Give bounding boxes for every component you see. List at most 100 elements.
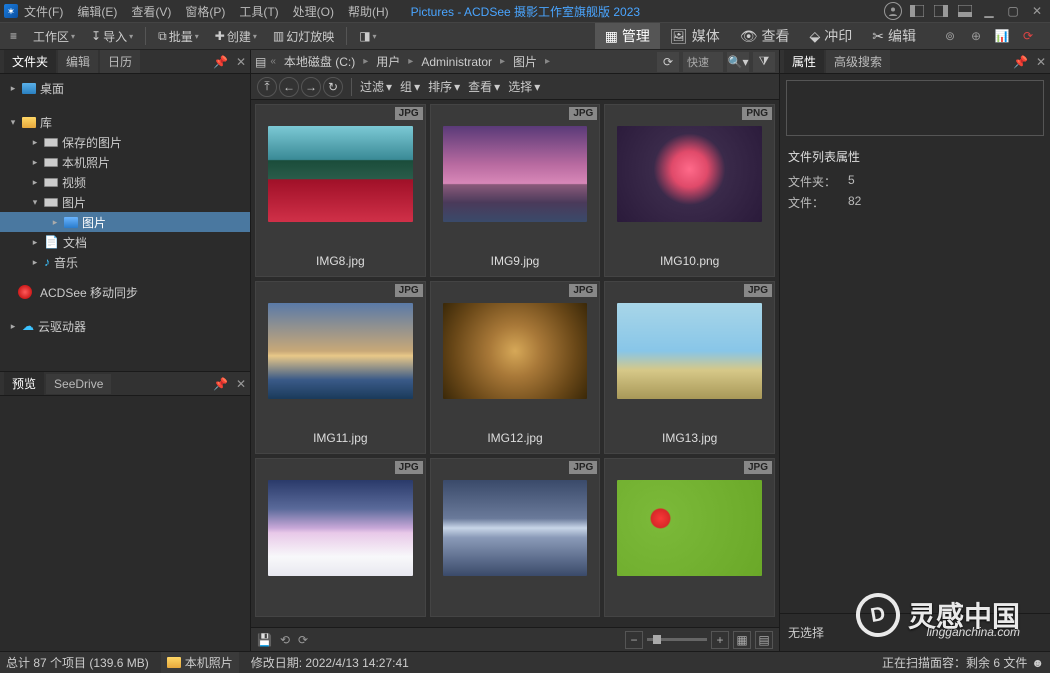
reel-icon[interactable]: ⊚	[940, 26, 960, 46]
toolbar: ≡ 工作区▾ ↧ 导入▾ ⧉ 批量▾ ✚ 创建▾ ▥ 幻灯放映 ◨▾ ▦管理 🖼…	[0, 22, 1050, 50]
nav-up-icon[interactable]: ⤒	[257, 77, 277, 97]
slideshow-button[interactable]: ▥ 幻灯放映	[269, 26, 338, 47]
minimize-button[interactable]: ▁	[980, 4, 998, 18]
nav-back-icon[interactable]: ←	[279, 77, 299, 97]
pin-icon[interactable]: 📌	[213, 55, 228, 69]
filter-icon[interactable]: ⧩	[753, 52, 775, 72]
drive-icon[interactable]: ▤	[255, 55, 266, 69]
create-button[interactable]: ✚ 创建▾	[211, 26, 261, 47]
tree-docs[interactable]: ▸📄文档	[0, 232, 250, 252]
mode-view[interactable]: 👁查看	[730, 23, 800, 49]
layout-right-icon[interactable]	[932, 2, 950, 20]
rotate-right-icon[interactable]: ⟳	[298, 633, 308, 647]
layout-left-icon[interactable]	[908, 2, 926, 20]
tab-folders[interactable]: 文件夹	[4, 50, 56, 73]
close-panel-icon[interactable]: ✕	[236, 55, 246, 69]
tab-seedrive[interactable]: SeeDrive	[46, 374, 111, 394]
breadcrumb-pics[interactable]: 图片	[509, 51, 541, 72]
thumb-item[interactable]: JPG IMG11.jpg	[255, 281, 426, 454]
menu-view[interactable]: 查看(V)	[131, 3, 171, 20]
stats-icon[interactable]: 📊	[992, 26, 1012, 46]
pin-icon[interactable]: 📌	[213, 377, 228, 391]
mode-edit[interactable]: ✂编辑	[862, 23, 926, 49]
pin-icon[interactable]: 📌	[1013, 55, 1028, 69]
thumb-item[interactable]: JPG	[604, 458, 775, 617]
breadcrumb-users[interactable]: 用户	[372, 51, 404, 72]
tree-saved[interactable]: ▸保存的图片	[0, 132, 250, 152]
menu-file[interactable]: 文件(F)	[24, 3, 63, 20]
thumb-size-slider[interactable]	[647, 638, 707, 641]
account-icon[interactable]	[884, 2, 902, 20]
view-dropdown[interactable]: 查看 ▾	[468, 78, 500, 95]
import-button[interactable]: ↧ 导入▾	[87, 26, 137, 47]
thumb-item[interactable]: PNG IMG10.png	[604, 104, 775, 277]
tree-music[interactable]: ▸♪音乐	[0, 252, 250, 272]
globe-icon[interactable]: ⊕	[966, 26, 986, 46]
thumb-caption: IMG13.jpg	[605, 403, 774, 453]
batch-button[interactable]: ⧉ 批量▾	[154, 26, 203, 47]
close-panel-icon[interactable]: ✕	[1036, 55, 1046, 69]
sort-dropdown[interactable]: 排序 ▾	[428, 78, 460, 95]
thumb-item[interactable]: JPG IMG9.jpg	[430, 104, 601, 277]
refresh-icon[interactable]: ⟳	[657, 52, 679, 72]
tree-desktop[interactable]: ▸桌面	[0, 78, 250, 98]
thumbnail-grid[interactable]: JPG IMG8.jpgJPG IMG9.jpgPNG IMG10.pngJPG…	[251, 100, 779, 627]
tab-edit[interactable]: 编辑	[58, 50, 98, 73]
close-panel-icon[interactable]: ✕	[236, 377, 246, 391]
detail-view-icon[interactable]: ▤	[755, 631, 773, 649]
breadcrumb-admin[interactable]: Administrator	[417, 53, 496, 71]
tab-properties[interactable]: 属性	[784, 50, 824, 73]
nav-history-icon[interactable]: ↻	[323, 77, 343, 97]
filter-dropdown[interactable]: 过滤 ▾	[360, 78, 392, 95]
thumb-image	[617, 126, 762, 222]
tab-calendar[interactable]: 日历	[100, 50, 140, 73]
menu-help[interactable]: 帮助(H)	[348, 3, 389, 20]
quick-search[interactable]: 快速	[683, 52, 723, 72]
layout-bottom-icon[interactable]	[956, 2, 974, 20]
thumb-view-icon[interactable]: ▦	[733, 631, 751, 649]
group-dropdown[interactable]: 组 ▾	[400, 78, 420, 95]
tab-advsearch[interactable]: 高级搜索	[826, 50, 890, 73]
file-list-props-heading: 文件列表属性	[780, 142, 1050, 171]
save-icon[interactable]: 💾	[257, 633, 272, 647]
menu-process[interactable]: 处理(O)	[293, 3, 334, 20]
thumb-item[interactable]: JPG IMG12.jpg	[430, 281, 601, 454]
status-localphotos[interactable]: 本机照片	[161, 652, 239, 673]
mode-media[interactable]: 🖼媒体	[660, 23, 730, 49]
tree-library[interactable]: ▾库	[0, 112, 250, 132]
view-left-button[interactable]: ◨▾	[355, 27, 380, 45]
sync-icon[interactable]: ⟳	[1018, 26, 1038, 46]
chevron-left-icon[interactable]: «	[270, 56, 276, 67]
tree-local[interactable]: ▸本机照片	[0, 152, 250, 172]
thumb-item[interactable]: JPG	[430, 458, 601, 617]
tree-pictures[interactable]: ▾图片	[0, 192, 250, 212]
face-icon[interactable]: ☻	[1031, 656, 1044, 670]
mode-develop[interactable]: ⬙冲印	[799, 23, 862, 49]
maximize-button[interactable]: ▢	[1004, 4, 1022, 18]
tree-pictures-sub[interactable]: ▸图片	[0, 212, 250, 232]
thumb-item[interactable]: JPG	[255, 458, 426, 617]
zoom-in-icon[interactable]: +	[711, 631, 729, 649]
search-box[interactable]	[786, 80, 1044, 136]
menu-toggle-icon[interactable]: ≡	[6, 27, 21, 45]
workspace-button[interactable]: 工作区▾	[29, 26, 79, 47]
rotate-left-icon[interactable]: ⟲	[280, 633, 290, 647]
tree-cloud[interactable]: ▸☁云驱动器	[0, 316, 250, 336]
breadcrumb-root[interactable]: 本地磁盘 (C:)	[280, 51, 359, 72]
zoom-out-icon[interactable]: −	[625, 631, 643, 649]
tab-preview[interactable]: 预览	[4, 372, 44, 395]
menu-edit[interactable]: 编辑(E)	[77, 3, 117, 20]
tree-acdsync[interactable]: ACDSee 移动同步	[0, 282, 250, 302]
thumb-item[interactable]: JPG IMG13.jpg	[604, 281, 775, 454]
search-dropdown-icon[interactable]: 🔍▾	[727, 52, 749, 72]
select-dropdown[interactable]: 选择 ▾	[508, 78, 540, 95]
menu-tools[interactable]: 工具(T)	[239, 3, 278, 20]
nav-fwd-icon[interactable]: →	[301, 77, 321, 97]
close-button[interactable]: ✕	[1028, 4, 1046, 18]
thumb-image	[443, 480, 588, 576]
thumb-image	[268, 480, 413, 576]
thumb-item[interactable]: JPG IMG8.jpg	[255, 104, 426, 277]
mode-manage[interactable]: ▦管理	[595, 23, 660, 49]
menu-panes[interactable]: 窗格(P)	[185, 3, 225, 20]
tree-video[interactable]: ▸视频	[0, 172, 250, 192]
